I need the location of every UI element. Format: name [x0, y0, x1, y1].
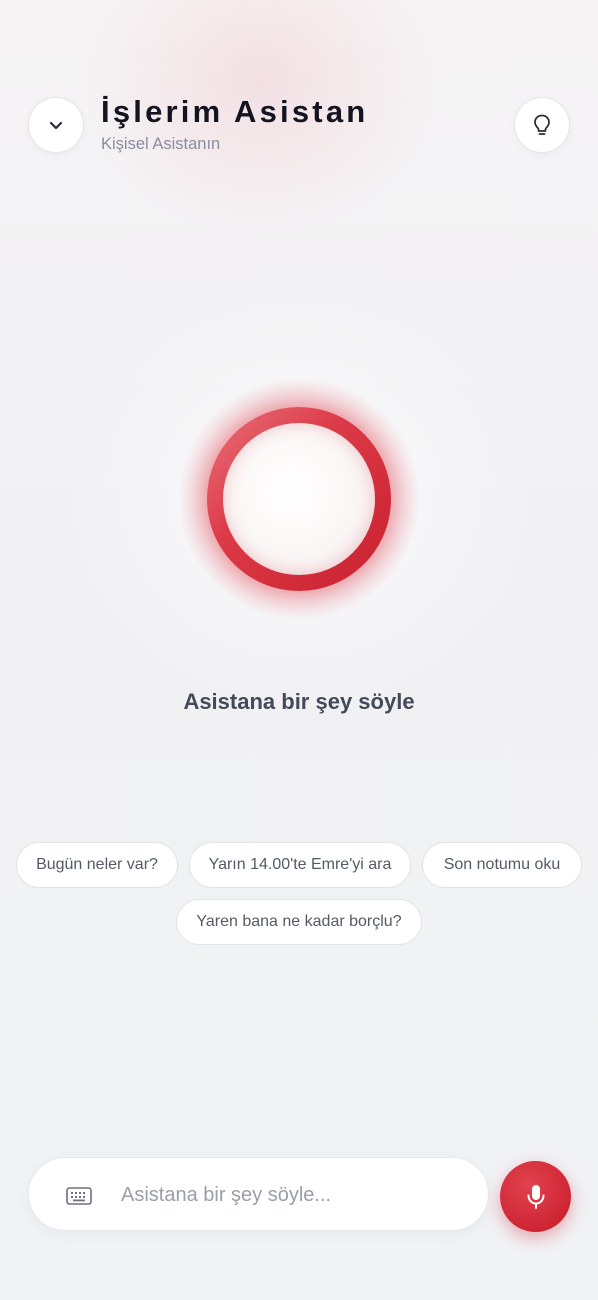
message-input[interactable]: [121, 1176, 461, 1214]
suggestion-chip[interactable]: Son notumu oku: [422, 842, 582, 888]
suggestion-chip[interactable]: Yaren bana ne kadar borçlu?: [176, 899, 422, 945]
orb-core: [223, 423, 375, 575]
microphone-button[interactable]: [500, 1161, 571, 1232]
suggestion-chip[interactable]: Yarın 14.00'te Emre'yi ara: [189, 842, 411, 888]
voice-orb[interactable]: [177, 377, 421, 621]
page-title: İşlerim Asistan: [101, 94, 369, 129]
keyboard-icon[interactable]: [66, 1187, 92, 1205]
collapse-button[interactable]: [28, 97, 84, 153]
assistant-prompt: Asistana bir şey söyle: [183, 689, 415, 714]
microphone-icon: [527, 1184, 544, 1209]
suggestion-chip[interactable]: Bugün neler var?: [16, 842, 178, 888]
page-subtitle: Kişisel Asistanın: [101, 135, 221, 153]
message-input-bar: [28, 1157, 489, 1231]
tips-button[interactable]: [514, 97, 570, 153]
lightbulb-icon: [534, 114, 550, 135]
chevron-down-icon: [49, 121, 63, 130]
header: İşlerim Asistan Kişisel Asistanın: [0, 0, 598, 200]
